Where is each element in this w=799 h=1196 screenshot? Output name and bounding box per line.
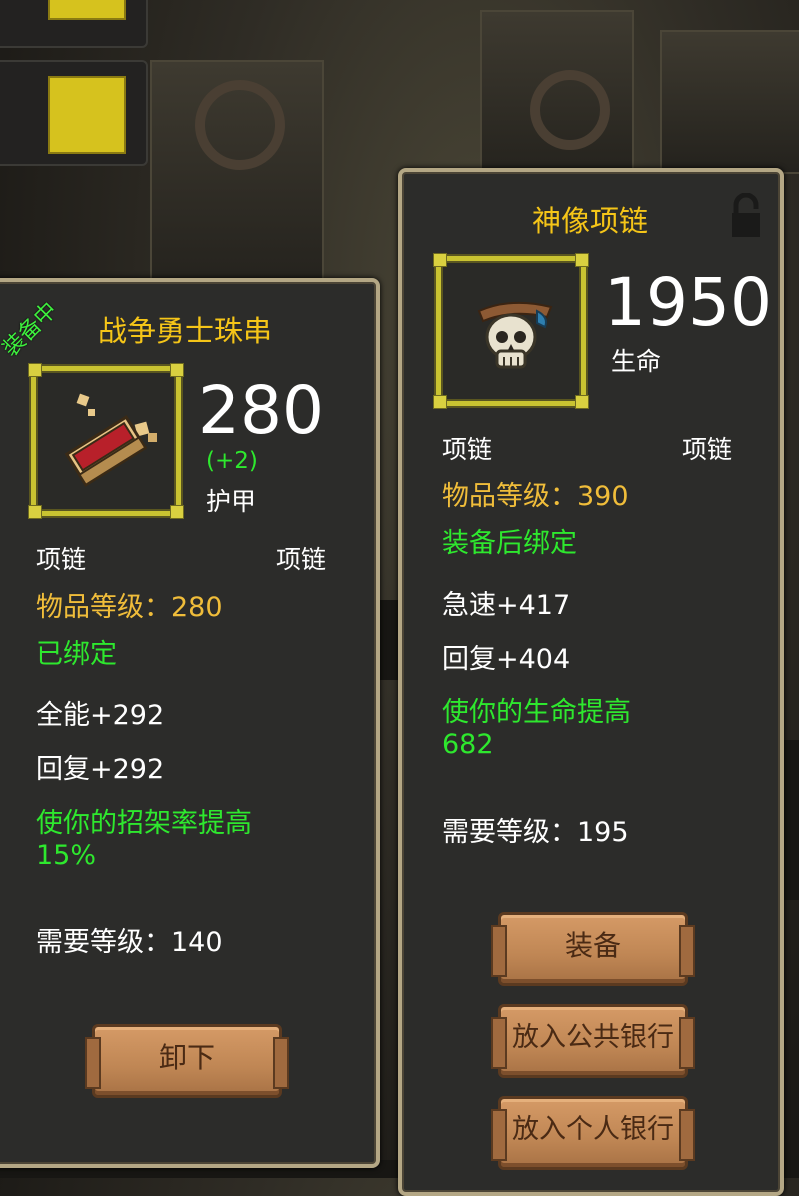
effect-line: 使你的招架率提高: [36, 808, 252, 839]
required-level: 需要等级：195: [442, 817, 629, 848]
equip-button[interactable]: 装备: [491, 912, 695, 986]
armor-value: 280: [198, 372, 324, 449]
effect-value: 15%: [36, 840, 97, 871]
personal-bank-button[interactable]: 放入个人银行: [491, 1096, 695, 1170]
stat-line: 回复+404: [442, 644, 571, 675]
public-bank-button[interactable]: 放入公共银行: [491, 1004, 695, 1078]
item-icon-frame: [28, 363, 184, 519]
bind-status: 装备后绑定: [442, 528, 577, 559]
stat-line: 急速+417: [442, 590, 571, 621]
item-type: 项链: [36, 545, 87, 574]
armor-bonus: (+2): [206, 448, 258, 474]
effect-line: 使你的生命提高: [442, 697, 631, 728]
unequip-button[interactable]: 卸下: [85, 1024, 289, 1098]
required-level: 需要等级：140: [36, 927, 223, 958]
item-gem-icon: [48, 0, 126, 20]
item-level: 物品等级：390: [442, 481, 629, 512]
equipment-slot[interactable]: [0, 60, 148, 166]
item-name: 神像项链: [531, 204, 648, 238]
item-slot: 项链: [682, 435, 733, 464]
stat-line: 回复+292: [36, 754, 165, 785]
lock-icon[interactable]: [730, 193, 762, 239]
armor-label: 护甲: [206, 487, 257, 516]
item-level: 物品等级：280: [36, 592, 223, 623]
item-icon-frame: [433, 253, 589, 409]
effect-value: 682: [442, 729, 494, 760]
item-type: 项链: [442, 435, 493, 464]
bind-status: 已绑定: [36, 639, 117, 670]
health-value: 1950: [604, 264, 772, 341]
skull-necklace-icon: [477, 301, 553, 369]
item-name: 战争勇士珠串: [97, 314, 272, 348]
item-gem-icon: [48, 76, 126, 154]
item-slot: 项链: [276, 545, 327, 574]
equipment-slot[interactable]: [0, 0, 148, 48]
brick-relic-icon: [64, 393, 157, 487]
health-label: 生命: [611, 347, 662, 376]
stat-line: 全能+292: [36, 700, 165, 731]
